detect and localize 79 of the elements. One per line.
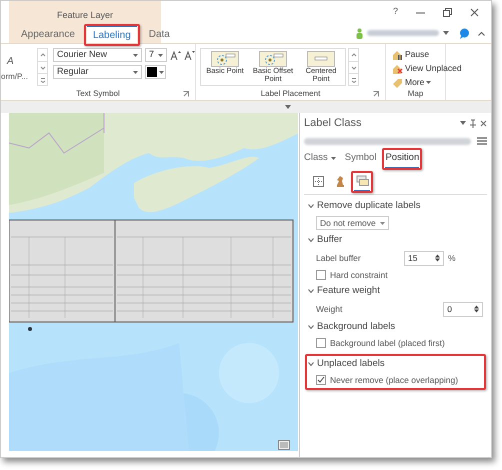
close-icon[interactable] xyxy=(480,120,487,126)
stacked-labels-icon xyxy=(356,175,368,188)
section-header[interactable]: Buffer xyxy=(308,233,483,248)
ribbon-tab[interactable]: Labeling xyxy=(86,25,137,43)
unit-label: % xyxy=(448,252,456,264)
gallery-more-button[interactable] xyxy=(349,73,358,85)
chevron-down-icon xyxy=(350,64,356,70)
ribbon-tab[interactable]: Appearance xyxy=(15,25,81,43)
unplaced-labels-icon xyxy=(392,62,403,74)
caret-icon xyxy=(330,157,336,160)
centered-placement-icon xyxy=(307,51,335,67)
field-label: Label buffer xyxy=(316,252,362,264)
panel-tab[interactable]: Symbol xyxy=(344,151,376,169)
checkbox[interactable] xyxy=(316,375,326,386)
expand-icon xyxy=(40,76,46,82)
group-label: Label Placement xyxy=(260,88,320,100)
chat-bubble-icon[interactable] xyxy=(459,28,470,38)
map-command-button[interactable]: More xyxy=(392,76,462,88)
section-header[interactable]: Remove duplicate labels xyxy=(308,199,483,214)
pin-icon[interactable] xyxy=(470,118,476,128)
spin-arrows-icon xyxy=(435,254,440,262)
collapse-icon[interactable] xyxy=(478,30,485,36)
panel-tab[interactable]: Class xyxy=(304,151,336,169)
section-header[interactable]: Unplaced labels xyxy=(308,356,483,371)
help-button[interactable]: ? xyxy=(392,5,398,19)
chevron-up-icon xyxy=(350,52,356,58)
restore-icon[interactable] xyxy=(443,8,452,16)
map-bookmarks-icon[interactable] xyxy=(278,439,290,450)
crosshair-box-icon xyxy=(312,175,324,188)
chevron-up-icon xyxy=(40,52,46,58)
point-placement-icon xyxy=(259,51,287,67)
dialog-launcher-icon[interactable] xyxy=(183,91,189,97)
point-placement-icon xyxy=(211,51,239,67)
caret-icon xyxy=(133,54,138,56)
checkbox-label: Hard constraint xyxy=(330,268,388,282)
section-header[interactable]: Feature weight xyxy=(308,284,483,298)
map-command-button[interactable]: View Unplaced xyxy=(392,62,462,74)
gallery-item-text: A xyxy=(7,55,15,69)
dropdown-icon[interactable] xyxy=(285,105,291,109)
close-icon[interactable] xyxy=(470,8,479,16)
caret-icon xyxy=(380,222,385,225)
duplicate-labels-dropdown[interactable]: Do not remove xyxy=(316,216,389,230)
checkbox[interactable] xyxy=(316,338,326,348)
dialog-launcher-icon[interactable] xyxy=(373,91,379,97)
grow-font-icon[interactable] xyxy=(170,50,181,60)
ribbon-tab[interactable]: Data xyxy=(142,25,176,43)
field-label: Weight xyxy=(316,302,344,316)
caret-icon xyxy=(426,80,432,84)
checkbox[interactable] xyxy=(316,270,326,280)
panel-tab[interactable]: Position xyxy=(385,151,420,169)
redacted-user-name xyxy=(367,30,439,36)
group-label: Text Symbol xyxy=(76,88,120,100)
number-spinner[interactable]: 15 xyxy=(404,250,444,266)
menu-icon[interactable] xyxy=(477,137,487,145)
font-dropdown[interactable]: Courier New xyxy=(53,48,142,62)
shrink-font-icon[interactable] xyxy=(184,50,195,60)
font-size-dropdown[interactable]: 7 xyxy=(145,48,167,62)
gallery-more-button[interactable] xyxy=(38,73,47,85)
map-command-button[interactable]: Pause xyxy=(392,48,462,60)
caret-icon[interactable] xyxy=(443,31,449,35)
color-picker[interactable] xyxy=(145,65,166,79)
gallery-item-text: orm/P... xyxy=(1,71,29,83)
pause-icon xyxy=(392,48,403,60)
tag-icon xyxy=(392,76,403,88)
caret-icon[interactable] xyxy=(460,121,466,125)
checkbox-label: Background label (placed first) xyxy=(330,336,445,350)
font-style-dropdown[interactable]: Regular xyxy=(53,65,142,79)
checkbox-label: Never remove (place overlapping) xyxy=(330,374,458,386)
expand-icon xyxy=(350,76,356,82)
panel-title: Label Class xyxy=(304,116,362,131)
chevron-down-icon xyxy=(40,64,46,70)
caret-icon xyxy=(133,70,138,74)
number-spinner[interactable]: 0 xyxy=(443,302,483,316)
caret-icon xyxy=(158,54,163,56)
spin-arrows-icon xyxy=(474,305,479,313)
section-header[interactable]: Background labels xyxy=(308,320,483,334)
context-tab-group-label: Feature Layer xyxy=(56,9,114,22)
group-label: Map xyxy=(408,88,424,100)
caret-icon xyxy=(159,70,164,74)
